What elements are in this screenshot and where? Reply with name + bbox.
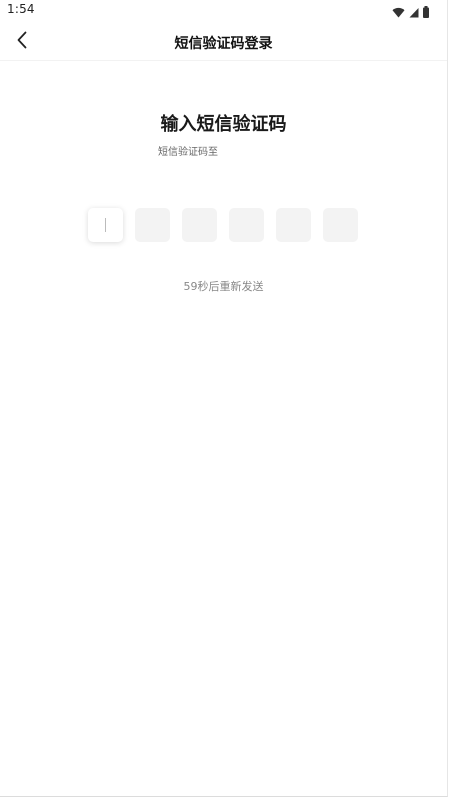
status-bar: 1:54 xyxy=(0,0,447,20)
code-input-box-5[interactable] xyxy=(276,208,311,242)
resend-countdown: 59秒后重新发送 xyxy=(183,280,264,293)
page-title: 短信验证码登录 xyxy=(174,36,273,52)
code-input-box-1[interactable] xyxy=(88,208,123,242)
status-time: 1:54 xyxy=(7,2,35,16)
code-input-box-2[interactable] xyxy=(135,208,170,242)
code-input-row xyxy=(88,208,358,242)
wifi-icon xyxy=(392,3,405,22)
battery-icon xyxy=(423,3,429,22)
verification-heading: 输入短信验证码 xyxy=(160,114,287,135)
sms-login-screen: 1:54 短信验证码登录 输入短信验证码 短信验证码至 59秒后重新发送 xyxy=(0,0,448,797)
status-icons xyxy=(392,3,429,22)
navigation-bar: 短信验证码登录 xyxy=(0,24,447,61)
text-cursor xyxy=(105,218,106,232)
cellular-signal-icon xyxy=(409,3,419,22)
code-input-box-6[interactable] xyxy=(323,208,358,242)
verification-subtitle: 短信验证码至 xyxy=(158,147,218,158)
code-input-box-3[interactable] xyxy=(182,208,217,242)
code-input-box-4[interactable] xyxy=(229,208,264,242)
